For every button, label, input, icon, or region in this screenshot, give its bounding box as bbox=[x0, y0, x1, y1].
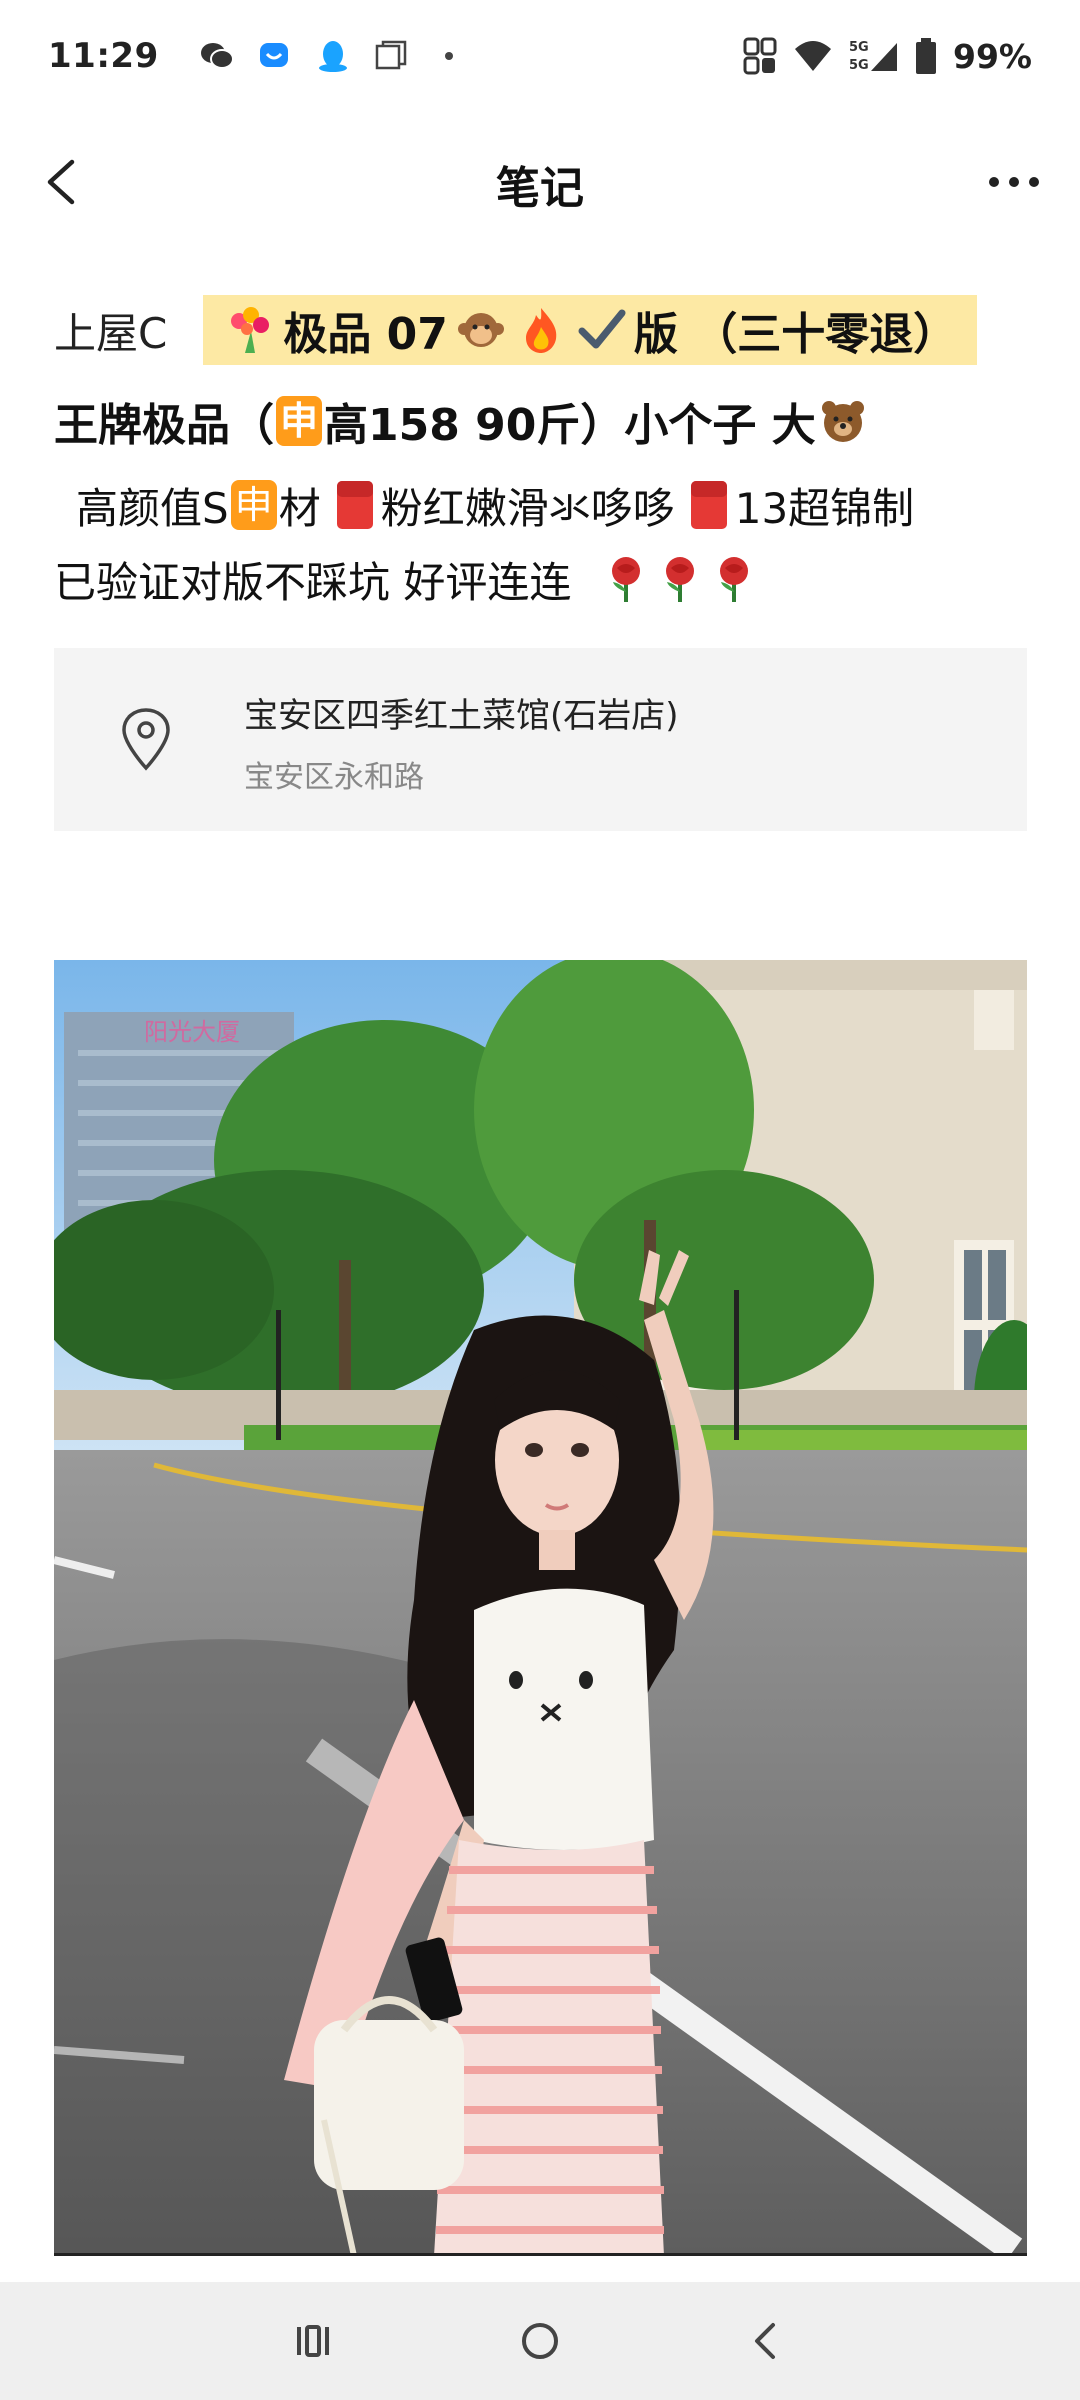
page-title: 笔记 bbox=[496, 163, 584, 214]
bear-emoji-icon bbox=[821, 401, 864, 442]
status-time: 11:29 bbox=[48, 36, 159, 76]
author-name[interactable]: 上屋C bbox=[54, 300, 167, 361]
monkey-emoji-icon bbox=[457, 313, 504, 347]
line3-text-b: 材 bbox=[278, 483, 321, 533]
location-pin-icon bbox=[122, 708, 170, 771]
more-dots-icon[interactable] bbox=[982, 156, 1046, 208]
window-icon bbox=[375, 40, 406, 70]
note-line-2: 王牌极品（ 申 高158 90斤）小个子 大 bbox=[54, 384, 1034, 458]
system-nav-bar bbox=[0, 2282, 1080, 2400]
wifi-icon bbox=[795, 41, 831, 71]
note-content: 上屋C 极品 07 版 （三十零退） 王牌极品（ 申 高158 90斤）小个子 … bbox=[54, 290, 1034, 614]
line3-text-c: 粉红嫩滑氺哆哆 bbox=[380, 483, 675, 533]
girl-photo: 阳光大厦 bbox=[54, 960, 1027, 2253]
recents-icon[interactable] bbox=[283, 2311, 343, 2371]
top-bar: 笔记 bbox=[0, 112, 1080, 252]
red-envelope-icon bbox=[336, 481, 373, 529]
status-right: 5G 5G 99% bbox=[743, 37, 1032, 76]
rose-emoji-icon bbox=[612, 557, 641, 602]
status-bar: 11:29 5G 5G 99% bbox=[0, 0, 1080, 112]
rose-emoji-icon-2 bbox=[666, 557, 695, 602]
fire-emoji-icon bbox=[525, 308, 557, 353]
note-line-1: 上屋C 极品 07 版 （三十零退） bbox=[54, 290, 1034, 370]
svg-text:5G: 5G bbox=[849, 40, 869, 55]
location-address: 宝安区永和路 bbox=[244, 760, 424, 795]
battery-level: 99% bbox=[953, 36, 1032, 76]
line2-text-b: 高158 90斤）小个子 大 bbox=[324, 400, 816, 451]
message-icon bbox=[259, 43, 288, 67]
wechat-icon bbox=[200, 43, 234, 69]
note-line-3: 高颜值S 申 材 粉红嫩滑氺哆哆 13超锦制 bbox=[54, 470, 1034, 540]
line4-text: 已验证对版不踩坑 好评连连 bbox=[54, 557, 572, 607]
line3-text-d: 13超锦制 bbox=[734, 483, 915, 533]
highlight-text-2: 版 （三十零退） bbox=[633, 309, 958, 360]
note-highlight: 极品 07 版 （三十零退） bbox=[203, 295, 978, 365]
note-photo[interactable]: 阳光大厦 bbox=[54, 960, 1027, 2256]
location-card[interactable]: 宝安区四季红土菜馆(石岩店) 宝安区永和路 bbox=[54, 648, 1027, 831]
line2-text-a: 王牌极品（ bbox=[54, 400, 274, 451]
line3-text-a: 高颜值S bbox=[76, 483, 229, 533]
bouquet-emoji-icon bbox=[231, 307, 270, 353]
rose-emoji-icon-3 bbox=[720, 557, 749, 602]
back-icon[interactable] bbox=[737, 2311, 797, 2371]
shen-chip: 申 bbox=[276, 396, 323, 446]
notification-icons bbox=[199, 38, 467, 74]
signal-icon: 5G 5G bbox=[849, 40, 897, 73]
battery-icon bbox=[916, 38, 936, 74]
note-line-4: 已验证对版不踩坑 好评连连 bbox=[54, 544, 1034, 614]
shen-chip-2: 申 bbox=[230, 480, 277, 530]
check-emoji-icon bbox=[578, 309, 626, 349]
nfc-icon bbox=[743, 37, 777, 75]
highlight-text-1: 极品 07 bbox=[283, 309, 448, 360]
red-envelope-icon-2 bbox=[690, 481, 727, 529]
location-name: 宝安区四季红土菜馆(石岩店) bbox=[244, 696, 679, 736]
dot-icon bbox=[444, 52, 453, 60]
home-icon[interactable] bbox=[510, 2311, 570, 2371]
svg-text:5G: 5G bbox=[849, 58, 869, 73]
qq-icon bbox=[318, 41, 347, 72]
screen: 11:29 5G 5G 99% 笔记 上屋C 极品 07 版 （三十零退） 王牌… bbox=[0, 0, 1080, 2400]
building-sign: 阳光大厦 bbox=[144, 1018, 240, 1046]
